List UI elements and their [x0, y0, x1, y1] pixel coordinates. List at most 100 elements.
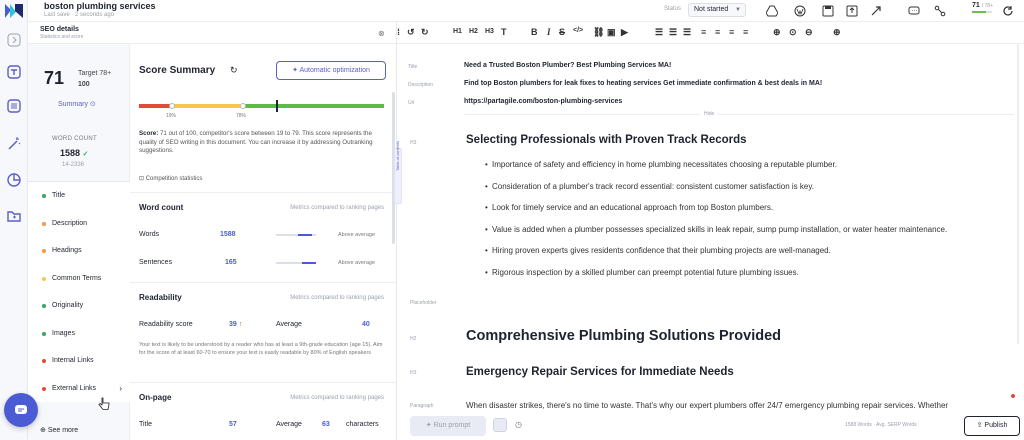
sidebar-item-headings[interactable]: Headings — [28, 237, 130, 265]
text-style-button[interactable]: T — [501, 27, 507, 37]
history-icon[interactable]: ◷ — [515, 420, 522, 429]
meta-title[interactable]: Need a Trusted Boston Plumber? Best Plum… — [464, 62, 671, 69]
close-icon[interactable]: ⊗ — [378, 29, 385, 38]
sidebar-item-label: Headings — [52, 247, 82, 254]
globe-icon[interactable]: ⊕ — [833, 27, 841, 38]
image-icon[interactable]: ▣ — [607, 27, 616, 38]
undo-icon[interactable]: ↺ — [407, 27, 415, 38]
list-item[interactable]: Importance of safety and efficiency in h… — [485, 160, 837, 169]
list-item[interactable]: Hiring proven experts gives residents co… — [485, 246, 831, 255]
meta-url[interactable]: https://partagile.com/boston-plumbing-se… — [464, 98, 622, 105]
sidebar-item-images[interactable]: Images — [28, 320, 130, 348]
list-item[interactable]: Rigorous inspection by a skilled plumber… — [485, 268, 799, 277]
sidebar-item-external-links[interactable]: External Links › — [28, 375, 130, 403]
insert-image-button[interactable] — [493, 418, 507, 432]
onpage-section: On-page Metrics compared to ranking page… — [130, 382, 396, 440]
score-summary-panel: Score Summary ↻ ✦ Automatic optimization… — [130, 44, 396, 440]
publish-button[interactable]: ⇪ Publish — [964, 416, 1020, 436]
status-dot — [42, 386, 46, 391]
sidebar-item-title[interactable]: Title — [28, 182, 130, 210]
automatic-optimization-button[interactable]: ✦ Automatic optimization — [276, 61, 386, 80]
bullet-list-icon[interactable]: ☰ — [655, 27, 663, 38]
readability-title: Readability — [139, 293, 182, 302]
run-prompt-button[interactable]: ✦ Run prompt — [410, 416, 486, 436]
text-editor-icon[interactable] — [6, 64, 22, 80]
readability-score-number: 39 — [229, 321, 237, 328]
paragraph-text[interactable]: When disaster strikes, there's no time t… — [466, 401, 948, 410]
sidebar-item-originality[interactable]: Originality — [28, 292, 130, 320]
drag-handle-icon[interactable]: ⁞ — [397, 27, 400, 37]
expand-panel-icon[interactable] — [6, 32, 22, 48]
meta-description[interactable]: Find top Boston plumbers for leak fixes … — [464, 80, 822, 87]
italic-button[interactable]: I — [547, 27, 551, 37]
sidebar-item-label: Title — [52, 192, 65, 199]
panel-divider — [396, 22, 397, 440]
status-dot — [42, 194, 46, 198]
align-right-icon[interactable]: ≡ — [729, 27, 734, 37]
database-icon[interactable] — [6, 98, 22, 114]
bold-button[interactable]: B — [531, 27, 538, 37]
see-more-label: See more — [47, 427, 79, 434]
list-item[interactable]: Consideration of a plumber's track recor… — [485, 182, 814, 191]
refresh-score-icon[interactable]: ↻ — [230, 65, 238, 76]
summary-link[interactable]: Summary ⊙ — [58, 100, 96, 108]
list-item[interactable]: Look for timely service and an education… — [485, 203, 773, 212]
score-summary-title: Score Summary — [139, 65, 216, 76]
link-icon[interactable]: ⛓ — [593, 27, 604, 38]
numbered-list-icon[interactable]: ☰ — [669, 27, 677, 38]
magic-wand-icon[interactable] — [6, 136, 22, 152]
sidebar-item-description[interactable]: Description — [28, 210, 130, 238]
refresh-icon[interactable] — [1002, 4, 1014, 16]
onpage-note: Metrics compared to ranking pages — [290, 395, 384, 401]
hide-meta-toggle[interactable]: Hide — [700, 111, 719, 117]
seo-sidebar: 71 Target 78+ 100 Summary ⊙ WORD COUNT 15… — [28, 44, 130, 440]
scale-low — [139, 104, 171, 108]
document-title[interactable]: boston plumbing services — [44, 1, 156, 11]
strikethrough-button[interactable]: S — [559, 27, 565, 37]
align-justify-icon[interactable]: ≡ — [743, 27, 748, 37]
zoom-reset-icon[interactable]: ⊙ — [789, 27, 797, 38]
editor-bottom-bar: ✦ Run prompt ◷ 1588 Words · Avg. SERP Wo… — [397, 412, 1024, 440]
zoom-out-icon[interactable]: ⊖ — [805, 27, 813, 38]
code-icon[interactable]: </> — [573, 27, 583, 34]
score-mini[interactable]: 71 / 78+ — [972, 2, 993, 13]
app-logo-icon[interactable] — [5, 4, 23, 18]
editor-scrollbar[interactable] — [1017, 44, 1019, 344]
sidebar-item-internal-links[interactable]: Internal Links — [28, 347, 130, 375]
sidebar-item-common-terms[interactable]: Common Terms — [28, 265, 130, 293]
chat-icon[interactable] — [908, 4, 920, 16]
align-center-icon[interactable]: ≡ — [715, 27, 720, 37]
summary-label: Summary — [58, 101, 88, 108]
competition-statistics-link[interactable]: ⊡ Competition statistics — [139, 175, 202, 182]
connections-icon[interactable] — [934, 4, 946, 17]
heading-3-button[interactable]: H3 — [485, 28, 494, 35]
list-item[interactable]: Value is added when a plumber possesses … — [485, 225, 947, 234]
score-scale — [139, 100, 384, 112]
share-icon[interactable] — [870, 4, 882, 16]
score-mini-value: 71 — [972, 2, 980, 9]
plus-circle-icon: ⊕ — [40, 427, 46, 434]
drive-icon[interactable] — [765, 4, 779, 17]
heading-emergency-repair[interactable]: Emergency Repair Services for Immediate … — [466, 366, 734, 378]
chat-support-button[interactable] — [4, 393, 38, 427]
table-of-contents-tab[interactable]: Table of contents — [394, 141, 402, 204]
automatic-optimization-label: Automatic optimization — [299, 67, 370, 74]
quote-icon[interactable]: ☰ — [683, 27, 691, 38]
heading-2-button[interactable]: H2 — [469, 28, 478, 35]
save-icon[interactable] — [822, 4, 834, 17]
video-icon[interactable]: ▶ — [621, 27, 628, 38]
publish-icon: ⇪ — [976, 422, 983, 429]
table-of-contents-label: Table of contents — [395, 140, 400, 171]
heading-comprehensive-plumbing[interactable]: Comprehensive Plumbing Solutions Provide… — [466, 328, 781, 344]
see-more-link[interactable]: ⊕ See more — [40, 426, 78, 434]
align-left-icon[interactable]: ≡ — [701, 27, 706, 37]
pie-chart-icon[interactable] — [6, 172, 22, 188]
zoom-in-icon[interactable]: ⊕ — [773, 27, 781, 38]
status-select[interactable]: Not started ▼ — [688, 3, 746, 17]
heading-1-button[interactable]: H1 — [453, 28, 462, 35]
folder-icon[interactable] — [6, 208, 22, 224]
export-icon[interactable] — [846, 4, 858, 17]
heading-selecting-professionals[interactable]: Selecting Professionals with Proven Trac… — [466, 134, 747, 146]
redo-icon[interactable]: ↻ — [421, 27, 429, 38]
wordpress-icon[interactable] — [794, 4, 806, 17]
